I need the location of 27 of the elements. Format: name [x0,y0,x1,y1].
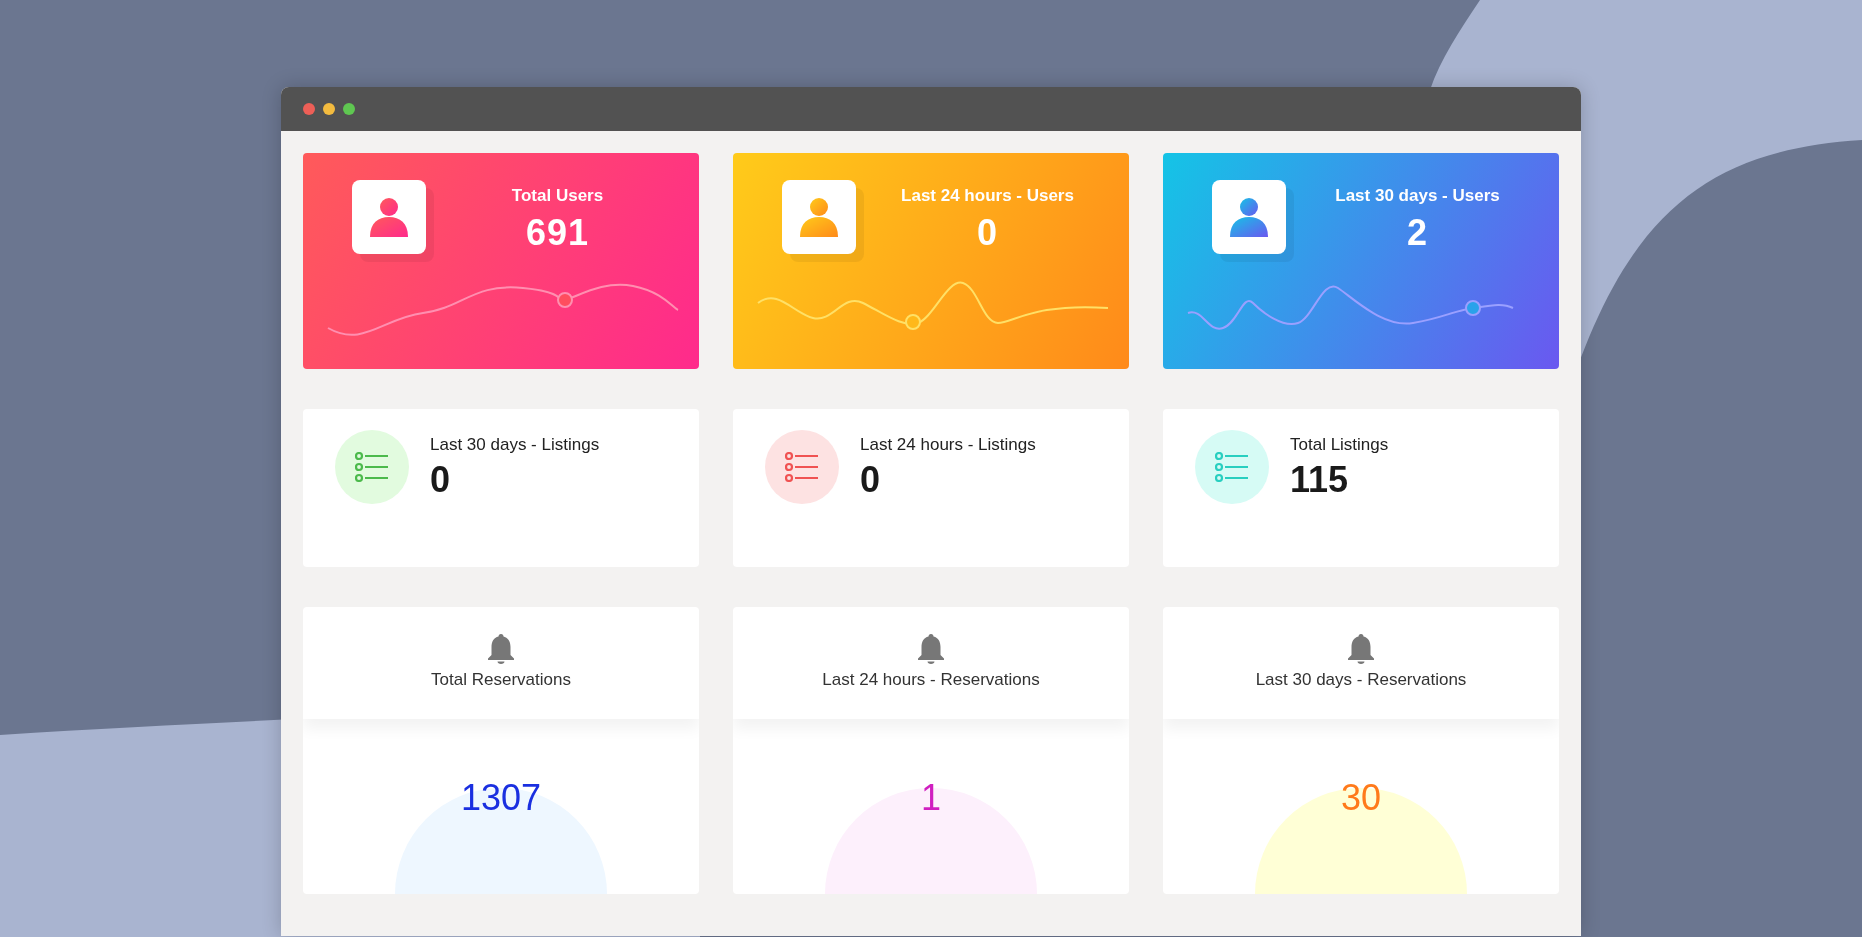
bell-icon [487,634,515,664]
user-icon [782,180,856,254]
stat-label: Last 30 days - Listings [430,435,600,455]
stat-label: Last 30 days - Users [1335,186,1500,206]
bell-icon [1347,634,1375,664]
maximize-button[interactable] [343,103,355,115]
user-icon [1212,180,1286,254]
stat-value: 2 [1407,212,1428,254]
stat-value: 0 [860,459,882,501]
stat-label: Total Users [511,186,604,206]
stat-label: Total Reservations [431,670,571,690]
stat-label: Total Listings [1290,435,1389,455]
stat-label: Last 24 hours - Users [901,186,1074,206]
stat-label: Last 30 days - Reservations [1255,670,1467,690]
close-button[interactable] [303,103,315,115]
stat-value: 0 [430,459,452,501]
stat-label: Last 24 hours - Listings [860,435,1036,455]
user-icon [352,180,426,254]
stat-value: 30 [1340,777,1381,820]
minimize-button[interactable] [323,103,335,115]
stat-value: 691 [525,212,590,254]
stat-label: Last 24 hours - Reservations [822,670,1040,690]
stat-value: 1 [921,777,941,820]
bell-icon [917,634,945,664]
stat-value: 0 [977,212,998,254]
stat-value: 115 [1290,459,1350,501]
stat-value: 1307 [460,777,542,820]
